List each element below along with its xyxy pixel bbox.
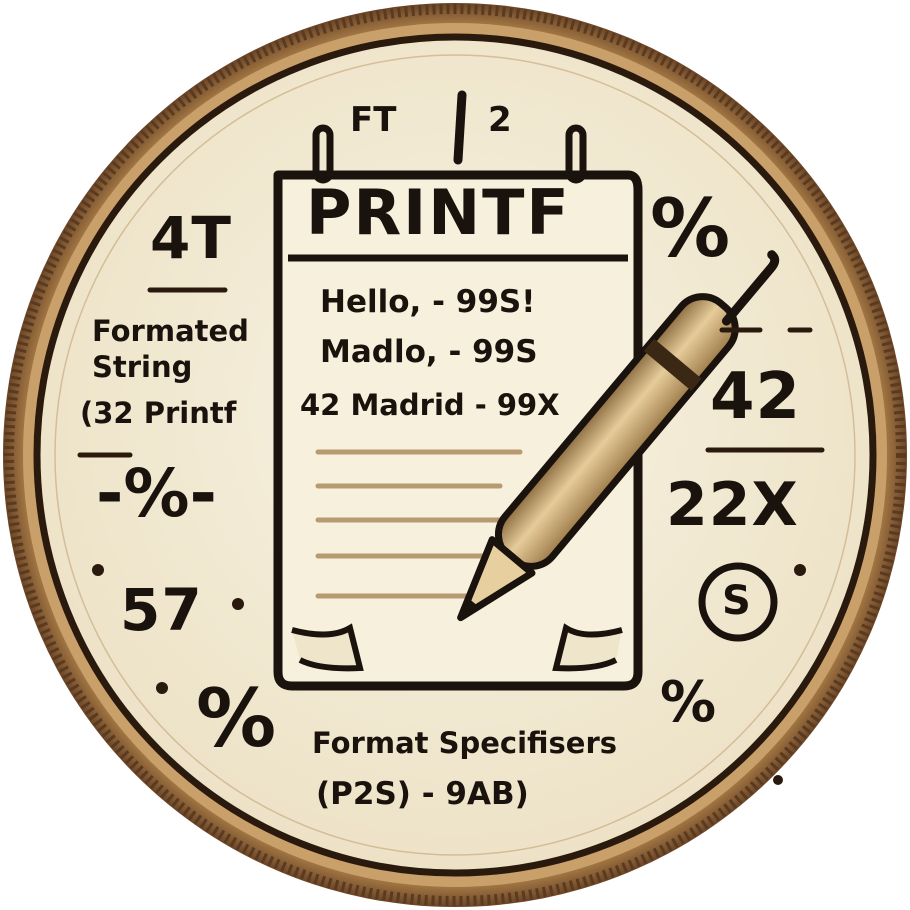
left-caption-line-2: String (92, 350, 193, 384)
bottom-caption-sub: (P2S) - 9AB) (316, 776, 529, 812)
notepad-line-2: Madlo, - 99S (320, 334, 538, 370)
left-number-top: 4T (150, 204, 232, 272)
right-circled-symbol: S (722, 578, 752, 624)
right-percent-symbol: % (650, 182, 731, 275)
right-number-1: 42 (710, 360, 802, 434)
top-tag: FT (350, 100, 397, 140)
top-number: 2 (488, 100, 512, 140)
left-caption-line-1: Formated (92, 314, 249, 348)
notepad-title: PRINTF (306, 176, 571, 249)
bottom-left-percent-symbol: % (196, 672, 277, 765)
bottom-right-percent-symbol: % (660, 670, 717, 735)
notepad-line-3: 42 Madrid - 99X (300, 388, 560, 422)
left-percent-symbol: -%- (96, 455, 217, 532)
left-caption-line-3: (32 Printf (80, 396, 237, 430)
left-number-bottom: 57 (120, 576, 203, 644)
bottom-caption: Format Specifisers (312, 726, 618, 760)
right-number-2: 22X (666, 470, 799, 540)
notepad-line-1: Hello, - 99S! (320, 284, 536, 320)
